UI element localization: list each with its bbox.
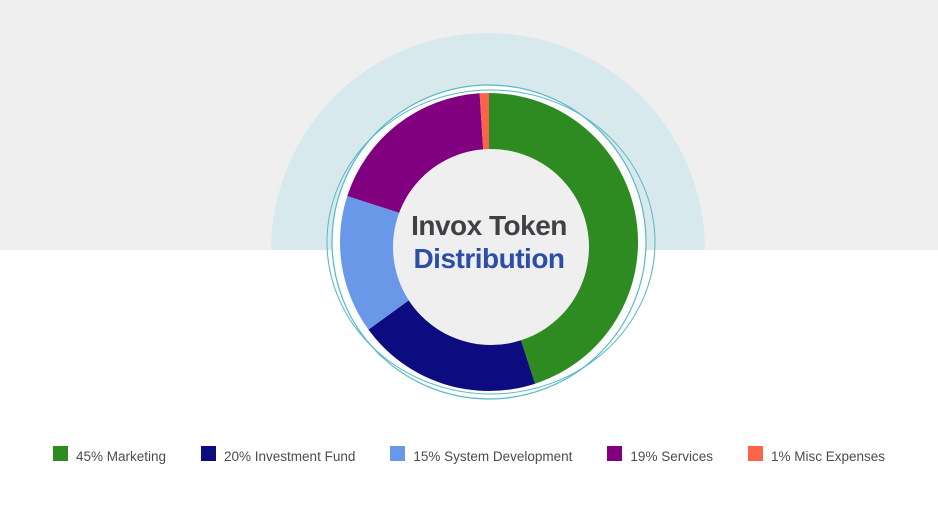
legend-item-services: 19% Services: [607, 446, 713, 464]
legend-item-investment-fund: 20% Investment Fund: [201, 446, 355, 464]
chart-legend: 45% Marketing 20% Investment Fund 15% Syst…: [0, 446, 938, 464]
donut-center-label: Invox Token Distribution: [411, 209, 567, 275]
center-title-line1: Invox Token: [411, 210, 567, 241]
legend-swatch: [201, 446, 217, 461]
legend-label: 1% Misc Expenses: [770, 449, 886, 464]
legend-label: 19% Services: [630, 449, 713, 464]
legend-label: 45% Marketing: [75, 449, 167, 464]
center-title-line2: Distribution: [413, 243, 565, 274]
legend-label: 20% Investment Fund: [224, 449, 356, 464]
legend-swatch: [747, 446, 763, 461]
legend-swatch: [52, 446, 68, 461]
legend-swatch: [390, 446, 406, 461]
legend-label: 15% System Development: [413, 449, 573, 464]
legend-item-misc-expenses: 1% Misc Expenses: [747, 446, 886, 464]
legend-item-marketing: 45% Marketing: [52, 446, 167, 464]
legend-swatch: [607, 446, 623, 461]
legend-item-system-development: 15% System Development: [390, 446, 572, 464]
hero-section: Invox Token Distribution 45% Marketing 20…: [0, 0, 938, 508]
